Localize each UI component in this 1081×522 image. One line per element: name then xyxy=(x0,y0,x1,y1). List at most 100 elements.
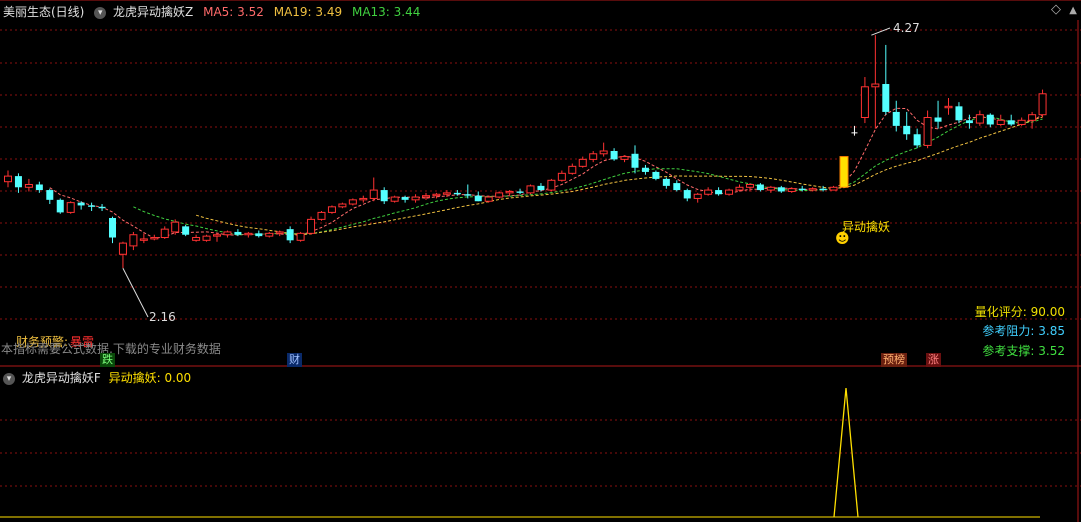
yubang-tag[interactable]: 预榜 xyxy=(881,353,907,367)
resist-info: 参考阻力: 3.85 xyxy=(982,322,1065,339)
candle-body xyxy=(411,196,420,201)
candle-body xyxy=(182,226,190,235)
candle-body xyxy=(98,206,106,209)
candle-body xyxy=(380,190,388,202)
candle-body xyxy=(192,237,201,241)
ma19-label: MA19: xyxy=(273,5,312,19)
candle-body xyxy=(160,228,169,239)
candle-body xyxy=(934,117,942,122)
lower-panel-header: ▾ 龙虎异动擒妖F 异动擒妖: 0.00 xyxy=(3,370,191,386)
high-pointer xyxy=(871,27,891,36)
high-price-label: 4.27 xyxy=(893,21,920,35)
ma5-value: 3.52 xyxy=(237,5,264,19)
candle-body xyxy=(46,190,54,200)
candle-body xyxy=(265,232,274,237)
support-label: 参考支撑: xyxy=(982,344,1035,358)
stock-title[interactable]: 美丽生态(日线) xyxy=(3,5,84,19)
candle-body xyxy=(286,229,294,241)
zhang-tag[interactable]: 涨 xyxy=(926,353,941,367)
candle-body xyxy=(725,189,734,195)
candle-body xyxy=(464,194,472,196)
indicator-name[interactable]: 龙虎异动擒妖Z xyxy=(113,5,193,19)
candle-body xyxy=(996,119,1005,125)
candle-body xyxy=(348,199,357,205)
candle-body xyxy=(1038,93,1047,116)
candle-body xyxy=(4,175,12,183)
candle-body xyxy=(537,185,545,191)
candle-body xyxy=(903,125,911,135)
candle-body xyxy=(923,117,932,146)
candle-body xyxy=(557,172,566,181)
candle-body xyxy=(118,242,127,255)
candle-body xyxy=(819,188,827,191)
candle-body xyxy=(1007,120,1015,125)
scroll-up-icon[interactable]: ▲ xyxy=(1069,4,1077,18)
candle-body xyxy=(808,188,817,191)
candle-body xyxy=(871,83,880,88)
candle-body xyxy=(1028,114,1037,121)
low-price-label: 2.16 xyxy=(149,310,176,324)
resist-label: 参考阻力: xyxy=(982,324,1035,338)
candle-body xyxy=(599,150,608,155)
candle-body xyxy=(338,203,347,208)
candle-body xyxy=(578,158,587,167)
candle-body xyxy=(965,120,973,124)
candle-body xyxy=(35,184,43,191)
lower-indicator-name[interactable]: 龙虎异动擒妖F xyxy=(22,371,101,385)
candle-body xyxy=(735,186,744,191)
candle-body xyxy=(756,184,764,191)
candle-body xyxy=(683,190,691,199)
candle-body xyxy=(641,167,649,172)
candle-body xyxy=(631,153,639,168)
ma5-line xyxy=(49,107,1043,239)
candle-body xyxy=(568,165,577,174)
indicator-menu-icon[interactable]: ▾ xyxy=(94,6,107,19)
candle-body xyxy=(223,231,232,236)
cai-tag[interactable]: 财 xyxy=(287,353,302,367)
candle-body xyxy=(369,189,378,199)
signal-candle xyxy=(839,156,849,188)
candle-body xyxy=(505,190,514,194)
candle-body xyxy=(829,186,838,191)
candle-body xyxy=(244,232,253,236)
candle-body xyxy=(610,150,618,160)
candle-body xyxy=(442,192,451,195)
candle-body xyxy=(359,197,368,201)
candle-body xyxy=(255,233,263,237)
candle-body xyxy=(129,234,138,247)
candle-body xyxy=(484,196,493,202)
die-tag[interactable]: 跌 xyxy=(100,353,115,367)
candle-body xyxy=(213,234,221,237)
candle-body xyxy=(234,231,242,235)
candle-body xyxy=(547,179,556,191)
candle-body xyxy=(986,114,994,125)
candle-body xyxy=(955,106,963,121)
candle-body xyxy=(401,197,409,200)
ma13-label: MA13: xyxy=(351,5,390,19)
diamond-icon[interactable]: ◇ xyxy=(1051,3,1061,17)
score-info: 量化评分: 90.00 xyxy=(975,303,1065,320)
candle-body xyxy=(150,237,159,240)
support-value: 3.52 xyxy=(1038,344,1065,358)
candle-body xyxy=(275,231,284,234)
candle-body xyxy=(526,185,535,194)
candle-body xyxy=(652,171,660,179)
lower-indicator-menu-icon[interactable]: ▾ xyxy=(3,372,15,385)
candle-body xyxy=(892,111,900,126)
low-pointer xyxy=(122,267,149,318)
candle-body xyxy=(474,195,482,202)
candle-body xyxy=(1017,119,1026,125)
candle-body xyxy=(422,195,430,198)
candle-body xyxy=(77,202,85,206)
candle-body xyxy=(913,134,921,146)
candle-body xyxy=(296,232,305,241)
candle-body xyxy=(14,176,22,188)
chart-canvas[interactable] xyxy=(0,0,1081,522)
candle-body xyxy=(798,188,806,191)
score-label: 量化评分: xyxy=(974,305,1027,319)
candle-body xyxy=(56,199,64,213)
score-value: 90.00 xyxy=(1030,305,1065,319)
candle-body xyxy=(307,218,316,234)
candle-body xyxy=(171,221,180,233)
ma13-line xyxy=(133,116,1043,236)
